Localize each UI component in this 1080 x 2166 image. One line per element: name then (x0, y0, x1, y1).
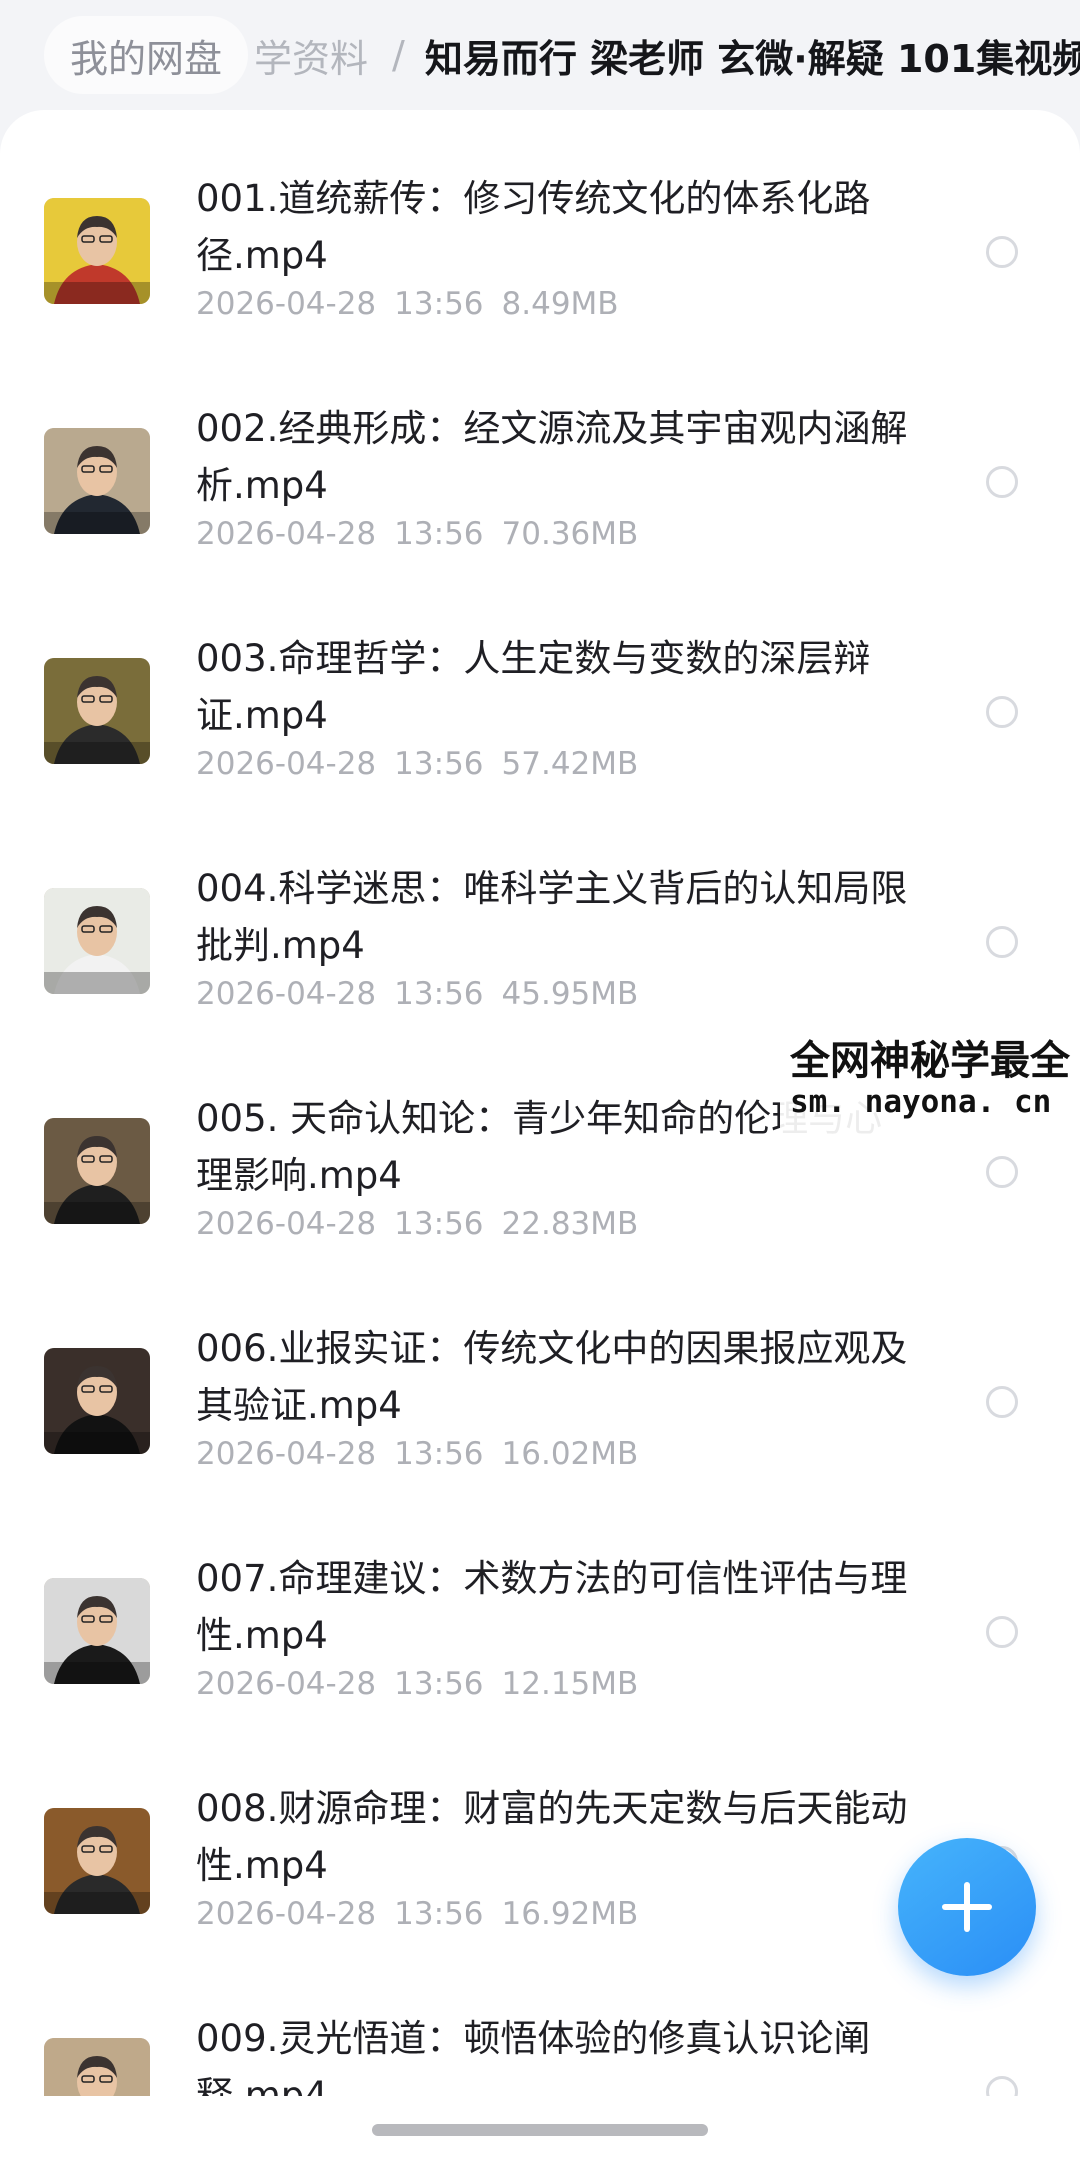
file-time: 13:56 (394, 516, 484, 552)
file-name: 004.科学迷思：唯科学主义背后的认知局限批判.mp4 (196, 867, 908, 967)
breadcrumb: 我的网盘 学资料 / 知易而行 梁老师 玄微·解疑 101集视频 (0, 0, 1080, 110)
watermark-line-2: sm. nayona. cn (790, 1084, 1052, 1120)
file-size: 45.95MB (501, 976, 639, 1012)
file-list-item[interactable]: 001.道统薪传：修习传统文化的体系化路径.mp4 2026-04-28 13:56… (0, 110, 1080, 340)
select-radio-icon[interactable] (986, 1156, 1018, 1188)
watermark-overlay: 全网神秘学最全 sm. nayona. cn (780, 1020, 1080, 1140)
file-name: 003.命理哲学：人生定数与变数的深层辩证.mp4 (196, 637, 871, 737)
file-list-item[interactable]: 003.命理哲学：人生定数与变数的深层辩证.mp4 2026-04-28 13:56… (0, 570, 1080, 800)
file-size: 22.83MB (501, 1206, 639, 1242)
select-radio-icon[interactable] (986, 696, 1018, 728)
file-date: 2026-04-28 (196, 1436, 377, 1472)
file-list-item[interactable]: 002.经典形成：经文源流及其宇宙观内涵解析.mp4 2026-04-28 13:5… (0, 340, 1080, 570)
file-list-item[interactable]: 006.业报实证：传统文化中的因果报应观及其验证.mp4 2026-04-28 13… (0, 1260, 1080, 1490)
file-name: 001.道统薪传：修习传统文化的体系化路径.mp4 (196, 177, 871, 277)
add-button[interactable] (898, 1838, 1036, 1976)
breadcrumb-separator: / (392, 33, 405, 77)
file-name: 002.经典形成：经文源流及其宇宙观内涵解析.mp4 (196, 407, 908, 507)
file-list-item[interactable]: 004.科学迷思：唯科学主义背后的认知局限批判.mp4 2026-04-28 13:… (0, 800, 1080, 1030)
file-meta: 2026-04-28 13:56 12.15MB (196, 1666, 638, 1702)
file-date: 2026-04-28 (196, 286, 377, 322)
select-radio-icon[interactable] (986, 466, 1018, 498)
file-name: 007.命理建议：术数方法的可信性评估与理性.mp4 (196, 1557, 908, 1657)
file-size: 12.15MB (501, 1666, 639, 1702)
file-size: 8.49MB (501, 286, 619, 322)
file-size: 16.92MB (501, 1896, 639, 1932)
video-thumbnail (44, 1348, 150, 1454)
breadcrumb-root-my-drive[interactable]: 我的网盘 (44, 16, 249, 94)
file-meta: 2026-04-28 13:56 8.49MB (196, 286, 619, 322)
video-thumbnail (44, 658, 150, 764)
breadcrumb-parent-folder[interactable]: 学资料 (254, 28, 368, 83)
file-time: 13:56 (394, 976, 484, 1012)
file-date: 2026-04-28 (196, 1666, 377, 1702)
select-radio-icon[interactable] (986, 1386, 1018, 1418)
video-thumbnail (44, 1118, 150, 1224)
file-meta: 2026-04-28 13:56 45.95MB (196, 976, 638, 1012)
file-meta: 2026-04-28 13:56 16.92MB (196, 1896, 638, 1932)
file-time: 13:56 (394, 1666, 484, 1702)
breadcrumb-root-label: 我的网盘 (70, 36, 223, 81)
file-meta: 2026-04-28 13:56 70.36MB (196, 516, 638, 552)
file-date: 2026-04-28 (196, 1896, 377, 1932)
file-size: 70.36MB (501, 516, 639, 552)
video-thumbnail (44, 198, 150, 304)
file-date: 2026-04-28 (196, 976, 377, 1012)
breadcrumb-current-folder: 知易而行 梁老师 玄微·解疑 101集视频 (424, 36, 1080, 81)
home-indicator[interactable] (372, 2124, 708, 2136)
video-thumbnail (44, 428, 150, 534)
video-thumbnail (44, 1578, 150, 1684)
file-date: 2026-04-28 (196, 746, 377, 782)
file-time: 13:56 (394, 746, 484, 782)
file-name: 006.业报实证：传统文化中的因果报应观及其验证.mp4 (196, 1327, 908, 1427)
file-time: 13:56 (394, 1896, 484, 1932)
file-list-item[interactable]: 007.命理建议：术数方法的可信性评估与理性.mp4 2026-04-28 13:5… (0, 1490, 1080, 1720)
select-radio-icon[interactable] (986, 1616, 1018, 1648)
plus-icon (942, 1882, 992, 1932)
video-thumbnail (44, 888, 150, 994)
file-meta: 2026-04-28 13:56 16.02MB (196, 1436, 638, 1472)
file-time: 13:56 (394, 286, 484, 322)
file-time: 13:56 (394, 1206, 484, 1242)
file-size: 16.02MB (501, 1436, 639, 1472)
file-date: 2026-04-28 (196, 1206, 377, 1242)
select-radio-icon[interactable] (986, 926, 1018, 958)
file-time: 13:56 (394, 1436, 484, 1472)
file-meta: 2026-04-28 13:56 57.42MB (196, 746, 638, 782)
file-name: 008.财源命理：财富的先天定数与后天能动性.mp4 (196, 1787, 908, 1887)
file-size: 57.42MB (501, 746, 639, 782)
file-date: 2026-04-28 (196, 516, 377, 552)
select-radio-icon[interactable] (986, 236, 1018, 268)
file-meta: 2026-04-28 13:56 22.83MB (196, 1206, 638, 1242)
video-thumbnail (44, 1808, 150, 1914)
watermark-line-1: 全网神秘学最全 (790, 1038, 1070, 1084)
